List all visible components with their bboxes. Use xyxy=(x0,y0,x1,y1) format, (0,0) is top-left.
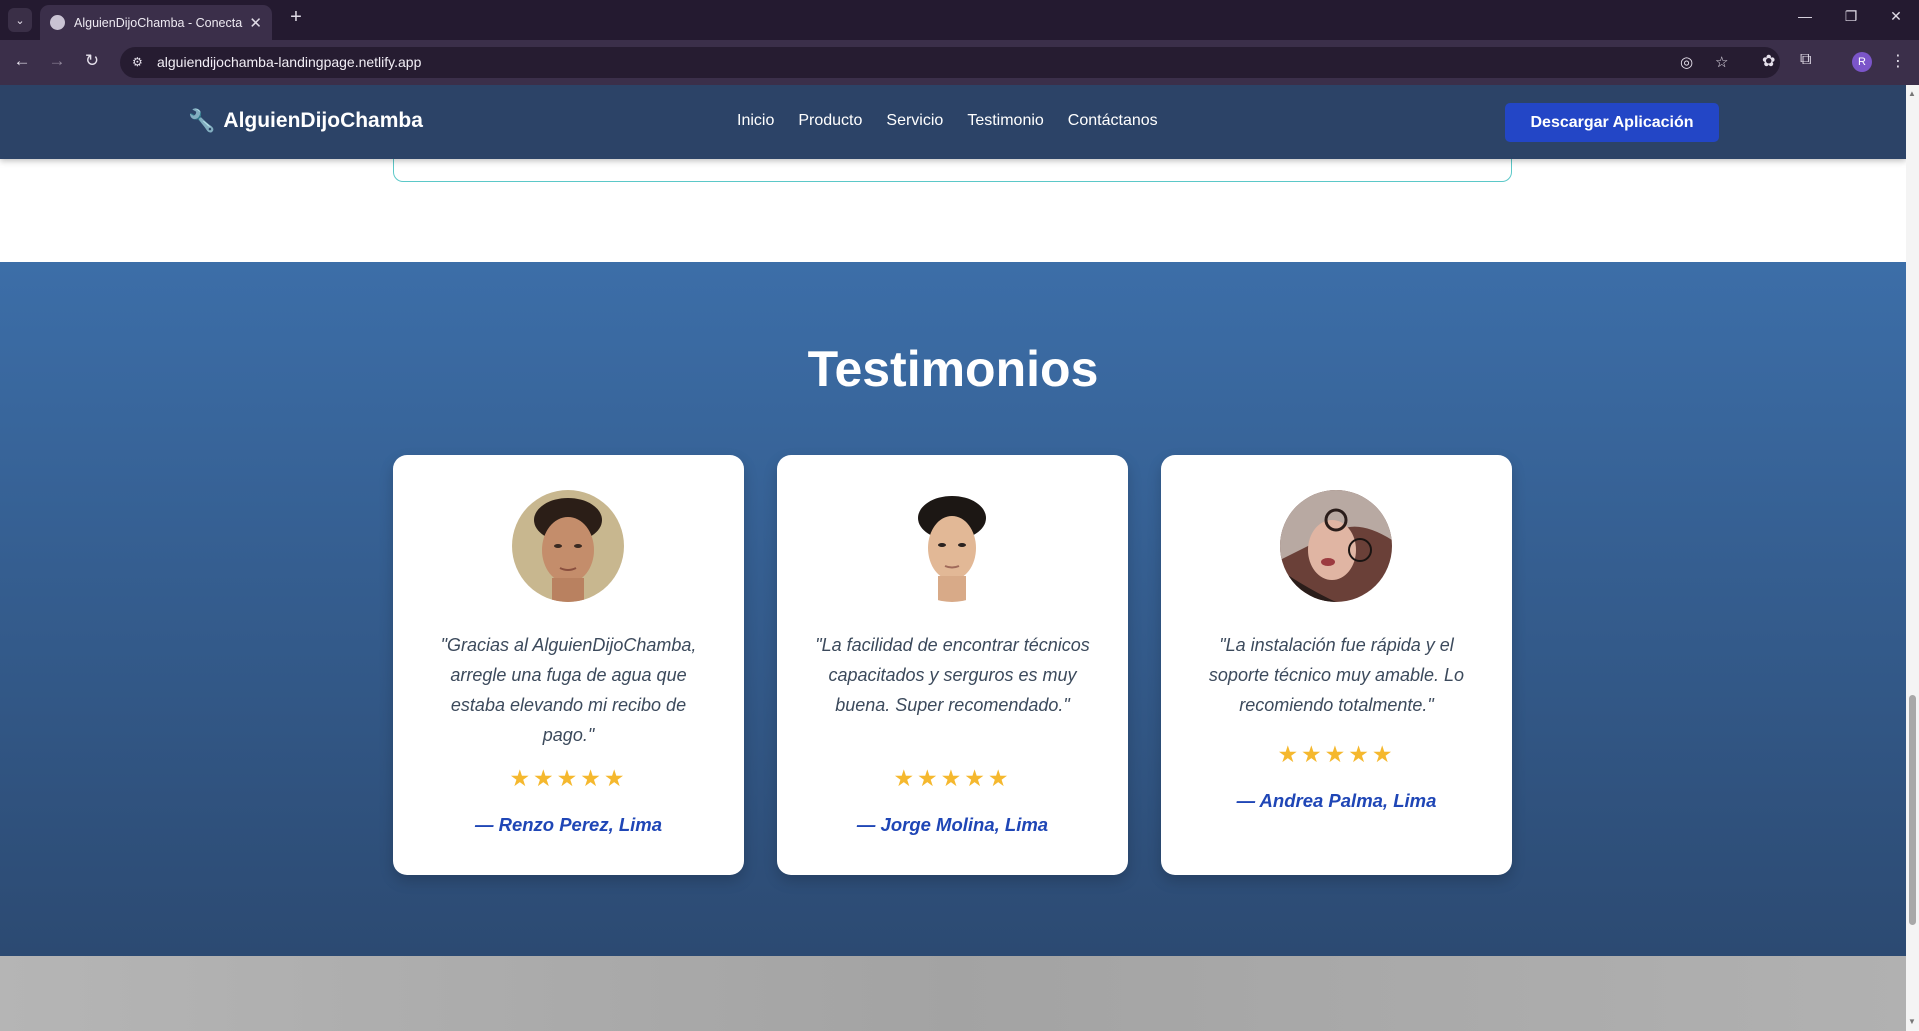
scroll-up-icon[interactable]: ▲ xyxy=(1908,89,1916,98)
brand-logo[interactable]: 🔧 AlguienDijoChamba xyxy=(188,108,423,134)
testimonial-card: "Gracias al AlguienDijoChamba, arregle u… xyxy=(393,455,744,875)
browser-tab-bar: ⌄ AlguienDijoChamba - Conectan ✕ + — ❐ ✕ xyxy=(0,0,1919,40)
testimonial-author: — Renzo Perez, Lima xyxy=(474,814,663,835)
testimonial-quote: "Gracias al AlguienDijoChamba, arregle u… xyxy=(440,635,697,745)
nav-producto[interactable]: Producto xyxy=(798,112,862,130)
site-header: 🔧 AlguienDijoChamba Inicio Producto Serv… xyxy=(0,85,1906,159)
extension-icon[interactable]: ✿ xyxy=(1762,51,1775,71)
globe-icon xyxy=(50,15,65,30)
eye-off-icon[interactable]: ◎ xyxy=(1680,53,1693,71)
tab-title: AlguienDijoChamba - Conectan xyxy=(74,15,244,30)
testimonials-section: Testimonios "Gracias al AlguienDijoChamb… xyxy=(0,262,1906,956)
page-scrollbar[interactable]: ▲ ▼ xyxy=(1906,85,1919,1031)
avatar-andrea xyxy=(1280,490,1392,602)
browser-toolbar: ← → ↻ ⚙ alguiendijochamba-landingpage.ne… xyxy=(0,40,1919,85)
nav-contactanos[interactable]: Contáctanos xyxy=(1068,112,1158,130)
download-app-button[interactable]: Descargar Aplicación xyxy=(1505,103,1719,142)
testimonial-card: "La instalación fue rápida y el soporte … xyxy=(1161,455,1512,875)
back-button[interactable]: ← xyxy=(10,51,34,71)
puzzle-icon[interactable]: ⧉ xyxy=(1800,51,1811,69)
testimonial-quote: "La instalación fue rápida y el soporte … xyxy=(1208,635,1465,715)
nav-servicio[interactable]: Servicio xyxy=(886,112,943,130)
nav-inicio[interactable]: Inicio xyxy=(737,112,774,130)
site-info-icon[interactable]: ⚙ xyxy=(132,55,146,69)
wrench-icon: 🔧 xyxy=(188,108,216,133)
profile-avatar[interactable]: R xyxy=(1852,52,1872,72)
star-rating: ★★★★★ xyxy=(893,765,1012,791)
address-bar[interactable]: ⚙ alguiendijochamba-landingpage.netlify.… xyxy=(120,47,1780,78)
scroll-down-icon[interactable]: ▼ xyxy=(1908,1017,1916,1026)
testimonial-author: — Andrea Palma, Lima xyxy=(1236,790,1437,811)
avatar-renzo xyxy=(512,490,624,602)
testimonial-author: — Jorge Molina, Lima xyxy=(856,814,1049,835)
browser-tab-active[interactable]: AlguienDijoChamba - Conectan ✕ xyxy=(40,5,272,40)
nav-testimonio[interactable]: Testimonio xyxy=(967,112,1043,130)
bookmark-star-icon[interactable]: ☆ xyxy=(1715,53,1728,71)
avatar-jorge xyxy=(896,490,1008,602)
close-window-button[interactable]: ✕ xyxy=(1882,8,1910,25)
reload-button[interactable]: ↻ xyxy=(80,51,104,71)
url-text: alguiendijochamba-landingpage.netlify.ap… xyxy=(157,54,422,70)
close-tab-icon[interactable]: ✕ xyxy=(249,14,262,32)
main-nav: Inicio Producto Servicio Testimonio Cont… xyxy=(737,112,1158,130)
menu-kebab-icon[interactable]: ⋮ xyxy=(1890,51,1906,71)
restore-button[interactable]: ❐ xyxy=(1837,8,1865,25)
forward-button[interactable]: → xyxy=(45,51,69,71)
testimonial-card: "La facilidad de encontrar técnicos capa… xyxy=(777,455,1128,875)
tab-search-button[interactable]: ⌄ xyxy=(8,8,32,32)
next-section-band xyxy=(0,956,1906,1031)
minimize-button[interactable]: — xyxy=(1791,8,1819,24)
scroll-thumb[interactable] xyxy=(1909,695,1916,925)
star-rating: ★★★★★ xyxy=(1277,741,1396,767)
star-rating: ★★★★★ xyxy=(509,765,628,791)
page-viewport: 🔧 AlguienDijoChamba Inicio Producto Serv… xyxy=(0,85,1906,1031)
new-tab-button[interactable]: + xyxy=(282,6,310,29)
testimonial-quote: "La facilidad de encontrar técnicos capa… xyxy=(815,635,1090,715)
section-title: Testimonios xyxy=(807,341,1099,397)
brand-name: AlguienDijoChamba xyxy=(223,109,423,132)
